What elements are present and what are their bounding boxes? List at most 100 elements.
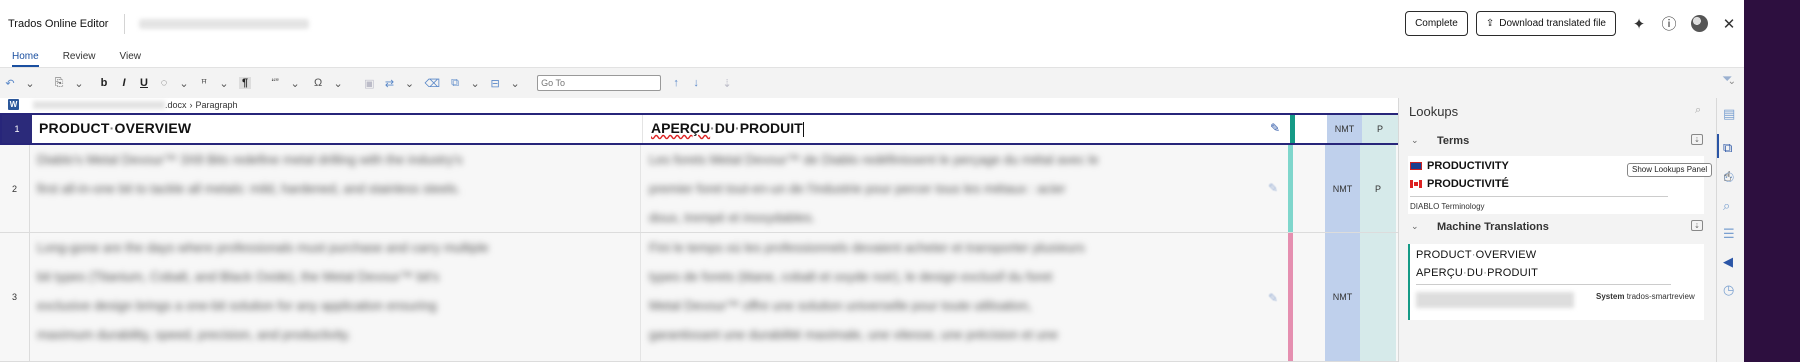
bold-button[interactable]: b <box>99 77 109 89</box>
clipboard-dropdown-chevron-icon[interactable]: ⌄ <box>74 77 84 90</box>
italic-button[interactable]: I <box>119 77 129 89</box>
close-icon[interactable]: ✕ <box>1714 15 1744 33</box>
comment-dropdown-chevron-icon[interactable]: ⌄ <box>179 77 189 90</box>
document-name-blurred <box>139 18 310 29</box>
mt-system-name: trados-smartreview <box>1626 292 1695 301</box>
symbol-dropdown-chevron-icon[interactable]: ⌄ <box>333 77 343 90</box>
underline-button[interactable]: U <box>139 77 149 89</box>
toolbar: ↶ ⌄ ⎘ ⌄ b I U ◌ ⌄ ꟸ ⌄ ¶ “” ⌄ Ω ⌄ ▣ ⇄ ⌄ ⌫… <box>0 67 1744 98</box>
mt-target-token: DU <box>1466 267 1484 279</box>
target-text-editor[interactable]: APERÇU·DU·PRODUIT <box>651 120 804 137</box>
special-format-icon[interactable]: ꟸ <box>199 77 209 90</box>
text-caret <box>802 121 804 137</box>
pencil-icon[interactable]: ✎ <box>1268 181 1278 195</box>
avatar[interactable] <box>1684 15 1714 33</box>
source-text-blurred: Diablo's Metal Devour™ 3X8 Bits redefine… <box>37 145 462 203</box>
merge-icon[interactable]: ⧉ <box>450 77 460 90</box>
tab-review[interactable]: Review <box>63 47 96 67</box>
column-divider <box>642 115 643 143</box>
termbase-name: DIABLO Terminology <box>1410 202 1485 211</box>
omega-icon[interactable]: Ω <box>313 77 323 89</box>
side-rail: ▤ ⧉ ⚇ ⌕ ☰ ◀ ◷ <box>1716 98 1744 362</box>
search-icon[interactable]: ⌕ <box>1723 198 1730 214</box>
mt-section-header[interactable]: ⌄ Machine Translations ⇣ <box>1399 217 1717 239</box>
target-token: DU <box>714 120 736 136</box>
puzzle-icon[interactable]: ✦ <box>1624 15 1654 33</box>
segment-status: P <box>1360 145 1396 232</box>
term-source-row: PRODUCTIVITY <box>1410 160 1509 172</box>
clipboard-icon[interactable]: ⎘ <box>54 77 64 90</box>
tab-home[interactable]: Home <box>12 47 39 67</box>
target-token: PRODUIT <box>739 120 803 136</box>
undo-icon[interactable]: ↶ <box>5 77 15 90</box>
target-line: types de forets (titane, cobalt et oxyde… <box>649 269 1053 284</box>
comment-icon[interactable]: ◌ <box>159 77 169 89</box>
megaphone-icon[interactable]: ◀ <box>1723 254 1733 270</box>
copy-dropdown-chevron-icon[interactable]: ⌄ <box>405 77 415 90</box>
chevron-down-icon[interactable]: ⌄ <box>1411 221 1419 232</box>
quote-dropdown-chevron-icon[interactable]: ⌄ <box>290 77 300 90</box>
document-icon[interactable]: ▤ <box>1723 106 1735 122</box>
target-text-blurred[interactable]: Les forets Metal Devour™ de Diablo redéf… <box>649 145 1098 232</box>
formatting-marks-button[interactable]: ¶ <box>239 77 252 89</box>
segment-number: 2 <box>0 145 30 232</box>
download-translated-file-button[interactable]: ⇪ Download translated file <box>1475 11 1616 36</box>
target-line: Fini le temps où les professionnels deva… <box>649 240 1085 255</box>
complete-button[interactable]: Complete <box>1405 11 1468 36</box>
undo-dropdown-chevron-icon[interactable]: ⌄ <box>25 77 35 90</box>
pencil-icon[interactable]: ✎ <box>1270 121 1280 135</box>
source-line: first all-in-one bit to tackle all metal… <box>37 181 461 196</box>
tab-view[interactable]: View <box>119 47 141 67</box>
top-bar: Trados Online Editor Complete ⇪ Download … <box>0 0 1744 47</box>
confirm-segment-icon[interactable]: ⇣ <box>722 77 732 90</box>
history-icon[interactable]: ◷ <box>1723 282 1734 298</box>
segment-row[interactable]: 2 Diablo's Metal Devour™ 3X8 Bits redefi… <box>0 145 1398 233</box>
mt-origin-badge: NMT <box>1327 115 1362 143</box>
format-dropdown-chevron-icon[interactable]: ⌄ <box>219 77 229 90</box>
clear-icon[interactable]: ⌫ <box>425 77 441 90</box>
target-text-blurred[interactable]: Fini le temps où les professionnels deva… <box>649 233 1085 349</box>
split-dropdown-chevron-icon[interactable]: ⌄ <box>510 77 520 90</box>
ribbon-tabs: Home Review View <box>0 47 1744 67</box>
term-target: PRODUCTIVITÉ <box>1427 178 1509 190</box>
source-line: Diablo's Metal Devour™ 3X8 Bits redefine… <box>37 152 463 167</box>
insert-mt-icon[interactable]: ⇣ <box>1691 220 1703 231</box>
mt-label: Machine Translations <box>1437 221 1549 233</box>
segment-status-bar <box>1288 145 1293 232</box>
filter-icon[interactable]: ⏷ <box>1722 71 1732 87</box>
previous-segment-icon[interactable]: ↑ <box>671 77 681 89</box>
insert-term-icon[interactable]: ⇣ <box>1691 134 1703 145</box>
target-line: Metal Devour™ offre une solution univers… <box>649 298 1032 313</box>
chevron-down-icon[interactable]: ⌄ <box>1411 135 1419 146</box>
segment-row[interactable]: 1 PRODUCT·OVERVIEW APERÇU·DU·PRODUIT ✎ N… <box>0 113 1398 145</box>
source-text: PRODUCT·OVERVIEW <box>39 120 191 136</box>
app-title: Trados Online Editor <box>8 17 109 30</box>
goto-input[interactable] <box>537 75 662 91</box>
pencil-icon[interactable]: ✎ <box>1268 291 1278 305</box>
word-document-icon: W <box>8 99 19 110</box>
segment-status-bar <box>1290 115 1295 143</box>
split-icon[interactable]: ⊟ <box>490 77 500 90</box>
mt-card[interactable]: PRODUCT·OVERVIEW APERÇU·DU·PRODUIT Syste… <box>1408 244 1704 320</box>
segment-grid: 1 PRODUCT·OVERVIEW APERÇU·DU·PRODUIT ✎ N… <box>0 113 1398 362</box>
quote-icon[interactable]: “” <box>270 77 280 89</box>
segment-status: P <box>1362 115 1398 143</box>
next-segment-icon[interactable]: ↓ <box>691 77 701 89</box>
checklist-icon[interactable]: ☰ <box>1723 226 1735 242</box>
target-line: Les forets Metal Devour™ de Diablo redéf… <box>649 152 1099 167</box>
source-line: bit types (Titanium, Cobalt, and Black O… <box>37 269 440 284</box>
segment-row[interactable]: 3 Long-gone are the days where professio… <box>0 233 1398 362</box>
search-icon[interactable]: ⌕ <box>1695 104 1701 117</box>
source-token: PRODUCT <box>39 120 110 136</box>
mt-system: System trados-smartreview <box>1596 291 1695 302</box>
target-line: premier foret tout-en-un de l'industrie … <box>649 181 1066 196</box>
info-icon[interactable]: ⓘ <box>1654 13 1684 34</box>
breadcrumb-current[interactable]: Paragraph <box>196 100 238 110</box>
breadcrumb: W .docx › Paragraph <box>0 98 238 111</box>
merge-dropdown-chevron-icon[interactable]: ⌄ <box>470 77 480 90</box>
terms-section-header[interactable]: ⌄ Terms ⇣ <box>1399 131 1717 153</box>
tag-icon[interactable]: ▣ <box>364 77 374 90</box>
lookups-icon[interactable]: ⧉ <box>1723 140 1732 156</box>
copy-source-icon[interactable]: ⇄ <box>385 77 395 90</box>
mt-source-token: OVERVIEW <box>1475 249 1537 261</box>
